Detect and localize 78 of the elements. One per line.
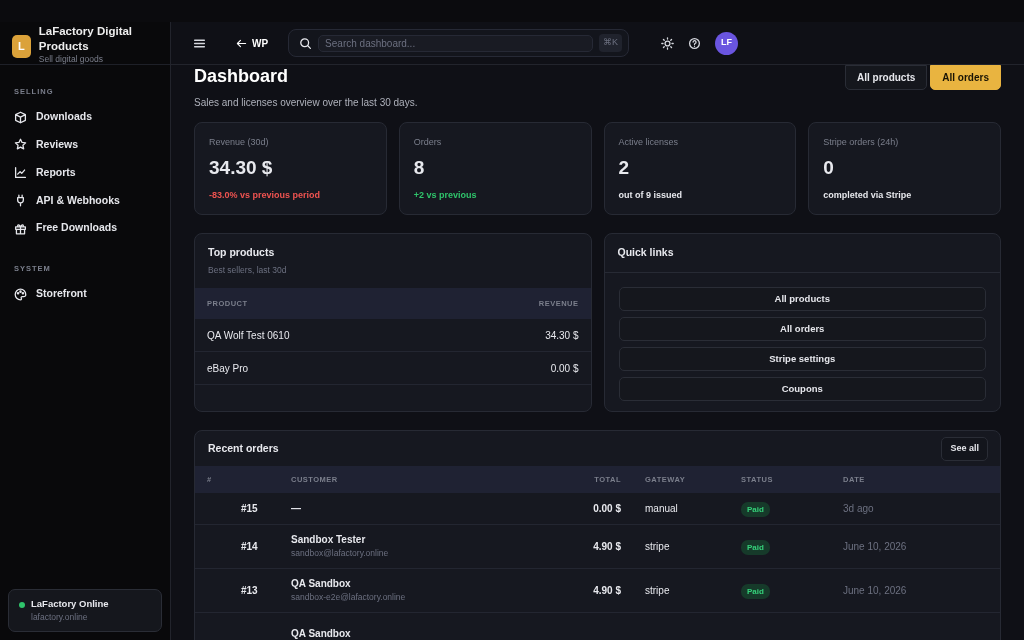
sidebar-item[interactable]: Reports xyxy=(0,158,170,187)
table-cell-text: eBay Pro xyxy=(207,361,249,376)
sidebar-item[interactable]: API & Webhooks xyxy=(0,186,170,215)
search-field[interactable]: Search dashboard... xyxy=(318,34,594,52)
order-number: #15 xyxy=(241,502,258,514)
customer-email: sandbox@lafactory.online xyxy=(291,547,390,561)
stat-label: Active licenses xyxy=(618,136,680,149)
box-icon xyxy=(14,110,27,124)
customer-name: QA Sandbox xyxy=(291,626,352,640)
gateway-cell: stripe xyxy=(645,584,670,596)
order-total: 0.00 $ xyxy=(593,502,621,514)
order-total: 4.90 $ xyxy=(593,540,621,552)
stat-note: -83.0% vs previous period xyxy=(209,188,321,202)
date-cell: June 10, 2026 xyxy=(843,584,907,596)
sun-icon xyxy=(661,36,675,50)
gateway-cell: stripe xyxy=(645,540,670,552)
customer-name: — xyxy=(291,501,302,516)
help-icon xyxy=(688,36,702,50)
status-badge: Paid xyxy=(741,501,770,517)
stat-note: out of 9 issued xyxy=(618,188,682,202)
customer-email: sandbox-e2e@lafactory.online xyxy=(291,591,407,605)
table-cell-text: 34.30 $ xyxy=(545,328,579,343)
theme-button[interactable] xyxy=(661,36,675,50)
back-link[interactable]: WP xyxy=(230,34,275,52)
arrow-left-icon xyxy=(236,37,247,49)
page-subtitle: Sales and licenses overview over the last 30 days. xyxy=(194,96,418,110)
stat-note: +2 vs previous xyxy=(413,188,477,202)
line-chart-icon xyxy=(14,166,27,180)
order-number: #14 xyxy=(241,540,258,552)
palette-icon xyxy=(14,287,27,301)
card-title: Top products xyxy=(208,245,276,260)
customer-name: QA Sandbox xyxy=(291,577,352,592)
quick-link-button[interactable]: Stripe settings xyxy=(618,346,986,371)
shortcut-hint: ⌘K xyxy=(599,34,623,52)
gift-icon xyxy=(14,221,27,235)
date-cell: 3d ago xyxy=(843,502,874,514)
star-icon xyxy=(14,138,27,152)
help-button[interactable] xyxy=(688,36,702,50)
search-icon xyxy=(299,36,313,50)
stat-value: 34.30 $ xyxy=(209,155,274,180)
sidebar-item[interactable]: Storefront xyxy=(0,280,170,308)
sidebar-item[interactable]: Free Downloads xyxy=(0,214,170,242)
quick-link-button[interactable]: All orders xyxy=(618,316,986,341)
sidebar-item[interactable]: Reviews xyxy=(0,131,170,159)
quick-link-button[interactable]: Coupons xyxy=(618,376,986,401)
stat-label: Revenue (30d) xyxy=(209,136,270,149)
site-card[interactable]: LaFactory Online lafactory.online xyxy=(8,589,162,632)
plug-icon xyxy=(14,193,27,207)
card-title: Recent orders xyxy=(208,440,279,456)
stat-label: Stripe orders (24h) xyxy=(823,136,900,149)
status-badge: Paid xyxy=(741,583,770,599)
see-all-button[interactable]: See all xyxy=(941,437,988,461)
stat-note: completed via Stripe xyxy=(823,188,912,202)
card-title: Quick links xyxy=(617,245,675,260)
table-cell-text: 0.00 $ xyxy=(550,361,579,376)
site-url: lafactory.online xyxy=(31,611,89,624)
quick-link-button[interactable]: All products xyxy=(618,286,986,311)
site-name: LaFactory Online xyxy=(31,597,109,611)
avatar[interactable]: LF xyxy=(715,31,739,55)
order-number: #13 xyxy=(241,584,258,596)
table-cell-text: QA Wolf Test 0610 xyxy=(207,328,290,343)
logo: L xyxy=(12,35,31,58)
gateway-cell: manual xyxy=(645,502,678,514)
page-title: Dashboard xyxy=(194,65,290,87)
brand-tagline: Sell digital goods xyxy=(38,54,104,65)
stat-value: 2 xyxy=(618,155,631,180)
customer-name: Sandbox Tester xyxy=(291,533,367,548)
stat-label: Orders xyxy=(413,136,443,149)
status-badge: Paid xyxy=(741,539,770,555)
brand-name: LaFactory Digital Products xyxy=(38,24,134,54)
action-button[interactable]: All orders xyxy=(930,65,1001,90)
action-button[interactable]: All products xyxy=(844,65,928,90)
date-cell: June 10, 2026 xyxy=(843,540,907,552)
order-total: 4.90 $ xyxy=(593,584,621,596)
stat-value: 8 xyxy=(413,155,426,180)
sidebar-item[interactable]: Downloads xyxy=(0,103,170,131)
card-subtitle: Best sellers, last 30d xyxy=(208,263,288,277)
stat-value: 0 xyxy=(823,155,835,180)
